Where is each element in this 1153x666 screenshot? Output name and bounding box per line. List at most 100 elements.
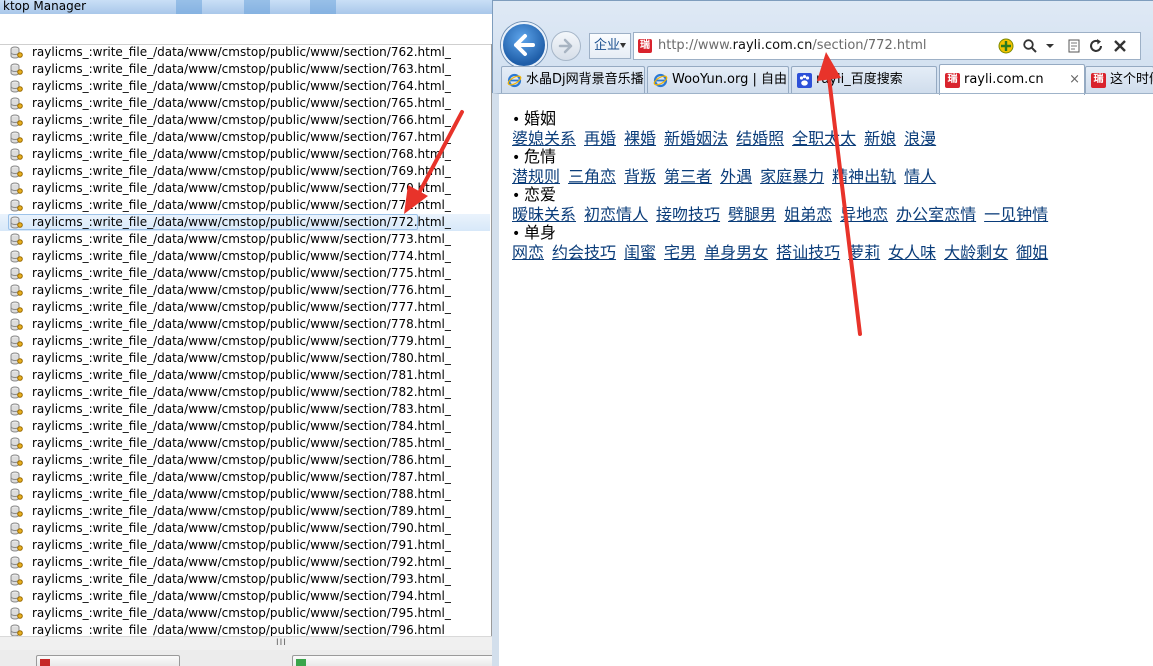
file-row[interactable]: raylicms_:write_file_/data/www/cmstop/pu… — [0, 197, 490, 214]
file-row[interactable]: raylicms_:write_file_/data/www/cmstop/pu… — [0, 112, 490, 129]
tag-link[interactable]: 家庭暴力 — [760, 167, 824, 186]
browser-tab[interactable]: 瑞 rayli.com.cn × — [939, 64, 1085, 95]
file-row[interactable]: raylicms_:write_file_/data/www/cmstop/pu… — [0, 231, 490, 248]
file-row[interactable]: raylicms_:write_file_/data/www/cmstop/pu… — [0, 146, 490, 163]
chevron-down-icon[interactable] — [1042, 38, 1058, 54]
file-row[interactable]: raylicms_:write_file_/data/www/cmstop/pu… — [0, 571, 490, 588]
scroll-grip-icon[interactable]: III — [276, 639, 287, 648]
file-row[interactable]: raylicms_:write_file_/data/www/cmstop/pu… — [0, 265, 490, 282]
browser-tab[interactable]: 水晶Dj网背景音乐播... — [501, 66, 645, 94]
tag-link[interactable]: 劈腿男 — [728, 205, 776, 224]
tag-link[interactable]: 网恋 — [512, 243, 544, 262]
search-icon[interactable] — [1022, 38, 1038, 54]
file-row[interactable]: raylicms_:write_file_/data/www/cmstop/pu… — [0, 129, 490, 146]
file-row[interactable]: raylicms_:write_file_/data/www/cmstop/pu… — [0, 248, 490, 265]
file-row[interactable]: raylicms_:write_file_/data/www/cmstop/pu… — [0, 554, 490, 571]
tag-link[interactable]: 背叛 — [624, 167, 656, 186]
tag-link[interactable]: 三角恋 — [568, 167, 616, 186]
file-row[interactable]: raylicms_:write_file_/data/www/cmstop/pu… — [0, 367, 490, 384]
file-row[interactable]: raylicms_:write_file_/data/www/cmstop/pu… — [0, 384, 490, 401]
file-row[interactable]: raylicms_:write_file_/data/www/cmstop/pu… — [0, 469, 490, 486]
file-row[interactable]: raylicms_:write_file_/data/www/cmstop/pu… — [0, 299, 490, 316]
file-row[interactable]: raylicms_:write_file_/data/www/cmstop/pu… — [0, 333, 490, 350]
tag-link[interactable]: 宅男 — [664, 243, 696, 262]
file-row[interactable]: raylicms_:write_file_/data/www/cmstop/pu… — [0, 435, 490, 452]
tag-link[interactable]: 一见钟情 — [984, 205, 1048, 224]
tag-link[interactable]: 全职太太 — [792, 129, 856, 148]
file-row[interactable]: raylicms_:write_file_/data/www/cmstop/pu… — [0, 503, 490, 520]
file-row[interactable]: raylicms_:write_file_/data/www/cmstop/pu… — [0, 418, 490, 435]
tag-link[interactable]: 再婚 — [584, 129, 616, 148]
tag-link[interactable]: 约会技巧 — [552, 243, 616, 262]
file-row[interactable]: raylicms_:write_file_/data/www/cmstop/pu… — [0, 486, 490, 503]
file-row[interactable]: raylicms_:write_file_/data/www/cmstop/pu… — [0, 350, 490, 367]
compatibility-view-icon[interactable] — [1066, 38, 1082, 54]
file-row[interactable]: raylicms_:write_file_/data/www/cmstop/pu… — [0, 163, 490, 180]
tag-link[interactable]: 结婚照 — [736, 129, 784, 148]
tag-link[interactable]: 异地恋 — [840, 205, 888, 224]
forward-arrow-icon — [558, 38, 573, 54]
ie-browser-window: 企业 瑞 http://www.rayli.com.cn/section/772… — [492, 0, 1153, 666]
tag-link[interactable]: 暧昧关系 — [512, 205, 576, 224]
tag-link[interactable]: 精神出轨 — [832, 167, 896, 186]
file-row[interactable]: raylicms_:write_file_/data/www/cmstop/pu… — [0, 282, 490, 299]
tag-link[interactable]: 外遇 — [720, 167, 752, 186]
browser-tab[interactable]: WooYun.org | 自由... — [647, 66, 789, 94]
file-row[interactable]: raylicms_:write_file_/data/www/cmstop/pu… — [0, 520, 490, 537]
url-text[interactable]: http://www.rayli.com.cn/section/772.html — [658, 33, 926, 59]
browser-tab[interactable]: 瑞这个时候 — [1085, 66, 1153, 94]
tag-link[interactable]: 大龄剩女 — [944, 243, 1008, 262]
category-heading: • 恋爱 — [512, 186, 1132, 205]
stop-icon[interactable] — [1112, 38, 1128, 54]
file-row[interactable]: raylicms_:write_file_/data/www/cmstop/pu… — [0, 95, 490, 112]
tag-link[interactable]: 情人 — [904, 167, 936, 186]
close-icon[interactable]: × — [1069, 65, 1080, 95]
tag-link[interactable]: 办公室恋情 — [896, 205, 976, 224]
tag-link[interactable]: 新婚姻法 — [664, 129, 728, 148]
database-key-icon — [10, 80, 23, 93]
back-button[interactable] — [501, 22, 547, 68]
tag-link[interactable]: 单身男女 — [704, 243, 768, 262]
company-dropdown[interactable]: 企业 — [589, 33, 631, 59]
file-row[interactable]: raylicms_:write_file_/data/www/cmstop/pu… — [0, 605, 490, 622]
file-row[interactable]: raylicms_:write_file_/data/www/cmstop/pu… — [0, 588, 490, 605]
bottom-button[interactable] — [292, 655, 492, 666]
tag-link[interactable]: 女人味 — [888, 243, 936, 262]
file-row[interactable]: raylicms_:write_file_/data/www/cmstop/pu… — [0, 452, 490, 469]
file-row[interactable]: raylicms_:write_file_/data/www/cmstop/pu… — [0, 61, 490, 78]
file-name: raylicms_:write_file_/data/www/cmstop/pu… — [32, 487, 451, 501]
tag-link[interactable]: 闺蜜 — [624, 243, 656, 262]
add-plugin-icon[interactable] — [998, 38, 1014, 54]
file-row[interactable]: raylicms_:write_file_/data/www/cmstop/pu… — [0, 537, 490, 554]
browser-tab[interactable]: rayli_百度搜索 — [791, 66, 937, 94]
tag-link[interactable]: 裸婚 — [624, 129, 656, 148]
refresh-icon[interactable] — [1088, 38, 1104, 54]
tag-link[interactable]: 潜规则 — [512, 167, 560, 186]
window-titlebar[interactable]: ktop Manager — [0, 0, 492, 14]
address-bar[interactable]: 瑞 http://www.rayli.com.cn/section/772.ht… — [633, 32, 1141, 60]
bottom-button[interactable] — [36, 655, 180, 666]
tag-link[interactable]: 姐弟恋 — [784, 205, 832, 224]
file-row[interactable]: raylicms_:write_file_/data/www/cmstop/pu… — [0, 401, 490, 418]
file-row[interactable]: raylicms_:write_file_/data/www/cmstop/pu… — [0, 316, 490, 333]
category-title: 单身 — [524, 223, 557, 242]
file-row[interactable]: raylicms_:write_file_/data/www/cmstop/pu… — [0, 44, 490, 61]
tag-link[interactable]: 第三者 — [664, 167, 712, 186]
tag-link[interactable]: 新娘 — [864, 129, 896, 148]
tag-link[interactable]: 御姐 — [1016, 243, 1048, 262]
tag-link[interactable]: 浪漫 — [904, 129, 936, 148]
file-row[interactable]: raylicms_:write_file_/data/www/cmstop/pu… — [0, 214, 490, 231]
tag-link[interactable]: 婆媳关系 — [512, 129, 576, 148]
tag-link[interactable]: 搭讪技巧 — [776, 243, 840, 262]
file-list[interactable]: raylicms_:write_file_/data/www/cmstop/pu… — [0, 44, 490, 636]
database-key-icon — [10, 250, 23, 263]
file-row[interactable]: raylicms_:write_file_/data/www/cmstop/pu… — [0, 180, 490, 197]
file-row[interactable]: raylicms_:write_file_/data/www/cmstop/pu… — [0, 78, 490, 95]
tag-link[interactable]: 萝莉 — [848, 243, 880, 262]
tag-link[interactable]: 接吻技巧 — [656, 205, 720, 224]
file-name: raylicms_:write_file_/data/www/cmstop/pu… — [32, 249, 451, 263]
file-row[interactable]: raylicms_:write_file_/data/www/cmstop/pu… — [0, 622, 490, 636]
forward-button[interactable] — [551, 31, 581, 61]
tag-link[interactable]: 初恋情人 — [584, 205, 648, 224]
horizontal-scrollbar[interactable]: III — [0, 636, 492, 651]
